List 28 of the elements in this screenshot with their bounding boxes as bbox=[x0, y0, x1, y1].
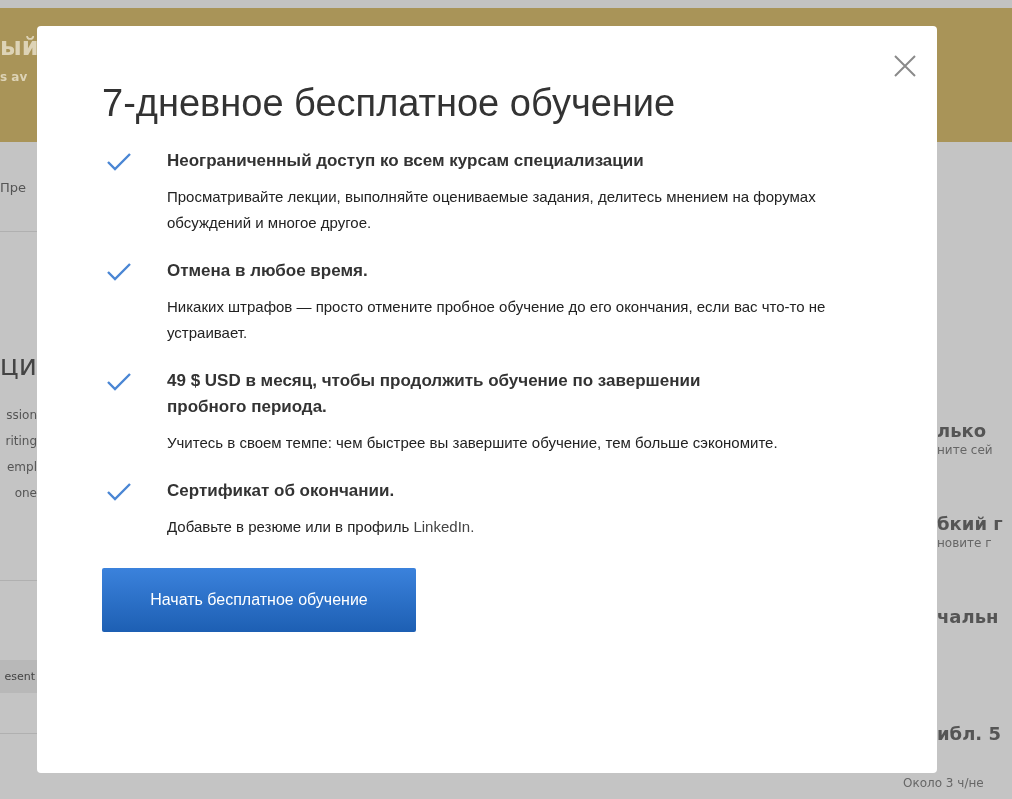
feature-description: Никаких штрафов — просто отмените пробное обучение до его окончания, если вас что-то не устраивает. bbox=[167, 297, 827, 343]
description-text: ssion bbox=[6, 407, 37, 424]
feature-heading: Сертификат об окончании. bbox=[167, 480, 396, 502]
feature-heading: Отмена в любое время. bbox=[167, 260, 369, 282]
start-trial-button[interactable]: Начать бесплатное обучение bbox=[102, 568, 416, 632]
feature-description: Добавьте в резюме или в профиль LinkedIn. bbox=[167, 517, 476, 537]
feature-subtitle: ните сей bbox=[937, 443, 994, 457]
linkedin-link[interactable]: LinkedIn. bbox=[413, 518, 475, 535]
banner-text: s av bbox=[0, 70, 29, 84]
banner-title: ый bbox=[0, 32, 40, 62]
feature-subtitle: Около 3 ч/не bbox=[903, 776, 985, 790]
feature-title: бкий г bbox=[937, 513, 1004, 534]
description-text: riting bbox=[5, 433, 37, 450]
feature-title: ибл. 5 bbox=[937, 723, 1002, 744]
feature-description: Учитесь в своем темпе: чем быстрее вы завершите обучение, тем больше сэкономите. bbox=[167, 433, 779, 453]
close-icon[interactable] bbox=[893, 54, 917, 78]
feature-heading: Неограниченный доступ ко всем курсам специализации bbox=[167, 150, 645, 172]
feature-description: Просматривайте лекции, выполняйте оцениваемые задания, делитесь мнением на форумах обсуждений и многое другое. bbox=[167, 187, 817, 233]
skill-tag: esent bbox=[0, 660, 37, 693]
nav-tab[interactable]: Пре bbox=[0, 180, 27, 195]
dialog-title: 7-дневное бесплатное обучение bbox=[102, 81, 677, 126]
description-text: one bbox=[14, 485, 37, 502]
feature-heading: 49 $ USD в месяц, чтобы продолжить обучение по завершении пробного периода. bbox=[167, 370, 702, 418]
feature-subtitle: новите г bbox=[937, 536, 993, 550]
feature-title: чальн bbox=[937, 606, 1000, 627]
description-text: empl bbox=[6, 459, 37, 476]
feature-title: лько bbox=[937, 420, 988, 441]
section-heading: ци bbox=[0, 348, 37, 384]
